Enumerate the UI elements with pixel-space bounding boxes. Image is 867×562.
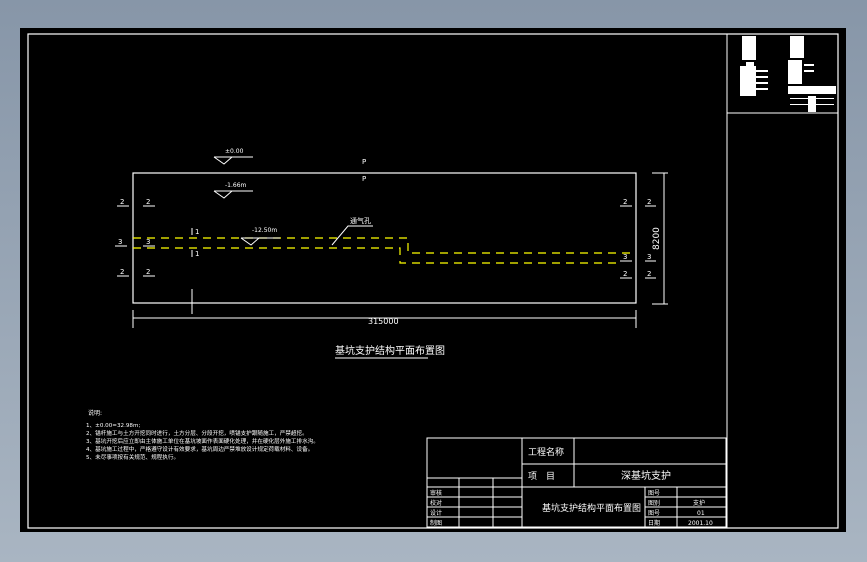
elevation-label: -1.66m xyxy=(225,182,247,189)
note-item: 4、基坑施工过程中，严格遵守设计有效要求，基坑周边严禁堆放设计规定荷载材料、设备… xyxy=(86,445,313,453)
field-value: 2001.10 xyxy=(688,520,713,527)
section-label: 2 xyxy=(647,198,651,206)
field-label: 图别 xyxy=(648,499,660,507)
role-label: 设计 xyxy=(430,509,442,517)
section-label: 2 xyxy=(120,268,124,276)
field-value: 支护 xyxy=(693,499,705,507)
note-item: 2、锚杆施工与土方开挖同时进行，土方分层、分段开挖，喷锚支护跟随施工，严禁超挖。 xyxy=(86,429,308,437)
field-value: 01 xyxy=(697,510,705,517)
elevation-label: -12.50m xyxy=(252,227,277,234)
section-label: 2 xyxy=(146,198,150,206)
field-label: 图号 xyxy=(648,510,660,517)
section-label: P xyxy=(362,175,366,183)
note-item: 1、±0.00=32.98m; xyxy=(86,423,140,429)
note-item: 5、未尽事项按有关规范、规程执行。 xyxy=(86,453,179,461)
notes-heading: 说明: xyxy=(88,409,102,417)
drawing-name: 基坑支护结构平面布置图 xyxy=(542,502,641,514)
role-label: 校对 xyxy=(430,499,442,507)
section-label: 3 xyxy=(118,238,122,246)
cad-drawing-canvas[interactable]: ±0.00 -1.66m -12.50m 通气孔 2 2 3 3 2 2 2 2… xyxy=(0,0,867,562)
role-label: 制图 xyxy=(430,519,442,527)
section-label: 1 xyxy=(195,228,199,236)
item-label: 项 目 xyxy=(528,471,555,482)
dimension-width-label: 315000 xyxy=(368,317,399,326)
section-label: 3 xyxy=(146,238,150,246)
section-label: 1 xyxy=(195,250,199,258)
item-value: 深基坑支护 xyxy=(621,469,671,482)
field-label: 日期 xyxy=(648,519,660,527)
section-label: 2 xyxy=(647,270,651,278)
leader-label: 通气孔 xyxy=(350,216,371,225)
section-label: 2 xyxy=(623,270,627,278)
field-label: 图号 xyxy=(648,490,660,497)
section-label: 2 xyxy=(623,198,627,206)
project-name-label: 工程名称 xyxy=(528,446,564,458)
section-label: 3 xyxy=(623,253,627,261)
elevation-label: ±0.00 xyxy=(225,148,244,155)
section-label: 2 xyxy=(120,198,124,206)
role-label: 审核 xyxy=(430,489,442,497)
dimension-height-label: 8200 xyxy=(652,227,662,250)
note-item: 3、基坑开挖后应立即由主体施工单位在基坑坡面作表面硬化处理，并在硬化层外施工排水… xyxy=(86,437,319,445)
section-label: P xyxy=(362,158,366,166)
section-label: 2 xyxy=(146,268,150,276)
drawing-title: 基坑支护结构平面布置图 xyxy=(335,344,445,357)
section-label: 3 xyxy=(647,253,651,261)
